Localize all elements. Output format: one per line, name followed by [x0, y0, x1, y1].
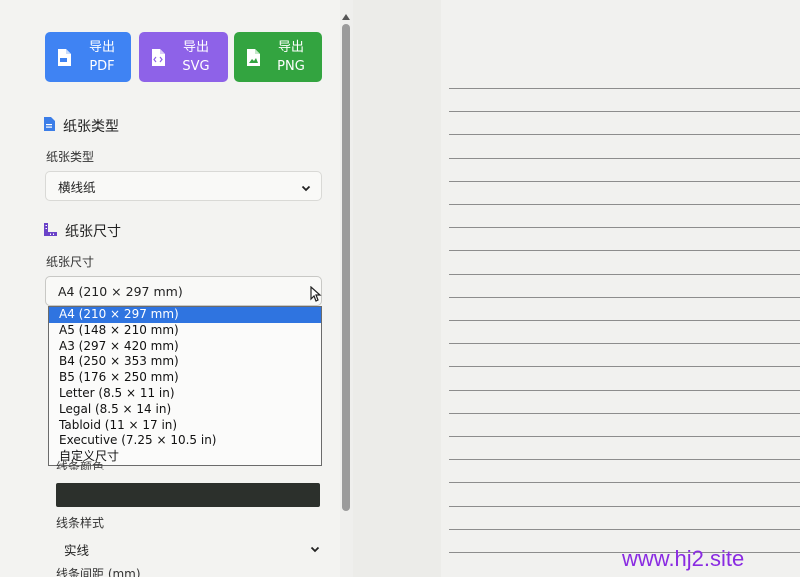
option-legal[interactable]: Legal (8.5 × 14 in)	[49, 402, 321, 418]
paper-size-label: 纸张尺寸	[46, 255, 95, 269]
export-png-line2: PNG	[277, 59, 305, 74]
option-letter[interactable]: Letter (8.5 × 11 in)	[49, 386, 321, 402]
chevron-down-icon	[301, 181, 311, 196]
ruled-paper-preview	[441, 0, 800, 577]
image-file-icon	[246, 48, 260, 66]
ruled-line	[449, 204, 800, 205]
ruled-line	[449, 436, 800, 437]
code-file-icon	[151, 48, 165, 66]
ruled-line	[449, 343, 800, 344]
paper-type-title: 纸张类型	[44, 116, 119, 136]
scroll-up-arrow-icon[interactable]	[342, 14, 350, 20]
export-svg-line2: SVG	[182, 59, 210, 74]
ruled-line	[449, 459, 800, 460]
paper-size-value: A4 (210 × 297 mm)	[58, 283, 183, 299]
option-tabloid[interactable]: Tabloid (11 × 17 in)	[49, 418, 321, 434]
line-color-swatch[interactable]	[56, 483, 320, 507]
ruled-line	[449, 227, 800, 228]
paper-size-select[interactable]: A4 (210 × 297 mm)	[45, 276, 322, 306]
ruled-line	[449, 506, 800, 507]
line-spacing-label: 线条间距 (mm)	[56, 567, 141, 577]
export-pdf-button[interactable]: 导出 PDF	[45, 32, 131, 82]
ruled-line	[449, 158, 800, 159]
ruled-line	[449, 482, 800, 483]
paper-type-select[interactable]: 横线纸	[45, 171, 322, 201]
ruled-line	[449, 250, 800, 251]
ruler-icon	[44, 222, 57, 240]
paper-type-label: 纸张类型	[46, 150, 95, 164]
document-icon	[44, 117, 55, 135]
export-pdf-line2: PDF	[89, 59, 115, 74]
paper-preview-area	[353, 0, 800, 577]
ruled-line	[449, 134, 800, 135]
option-b4[interactable]: B4 (250 × 353 mm)	[49, 354, 321, 370]
ruled-line	[449, 390, 800, 391]
paper-size-dropdown[interactable]: A4 (210 × 297 mm) A5 (148 × 210 mm) A3 (…	[48, 306, 322, 466]
export-png-line1: 导出	[277, 40, 304, 55]
ruled-line	[449, 111, 800, 112]
option-a5[interactable]: A5 (148 × 210 mm)	[49, 323, 321, 339]
settings-panel: 导出 PDF 导出 SVG 导出 PNG 纸张类型 纸张类型 横线纸 纸张尺寸 纸张尺…	[0, 0, 340, 577]
ruled-line	[449, 88, 800, 89]
ruled-line	[449, 413, 800, 414]
paper-type-value: 横线纸	[58, 179, 96, 195]
watermark-text: www.hj2.site	[622, 546, 745, 571]
pdf-file-icon	[57, 48, 71, 66]
option-a4[interactable]: A4 (210 × 297 mm)	[49, 307, 321, 323]
panel-scrollbar-thumb[interactable]	[342, 24, 350, 511]
ruled-line	[449, 297, 800, 298]
export-svg-button[interactable]: 导出 SVG	[139, 32, 228, 82]
ruled-line	[449, 274, 800, 275]
paper-size-title: 纸张尺寸	[44, 221, 121, 241]
export-pdf-line1: 导出	[88, 40, 115, 55]
paper-size-title-text: 纸张尺寸	[65, 224, 121, 240]
paper-type-title-text: 纸张类型	[63, 119, 119, 135]
ruled-line	[449, 320, 800, 321]
chevron-down-icon	[310, 542, 320, 557]
mouse-cursor-icon	[310, 285, 322, 306]
option-executive[interactable]: Executive (7.25 × 10.5 in)	[49, 433, 321, 449]
ruled-line	[449, 181, 800, 182]
export-svg-line1: 导出	[182, 40, 209, 55]
option-a3[interactable]: A3 (297 × 420 mm)	[49, 339, 321, 355]
line-style-value: 实线	[64, 542, 90, 558]
ruled-line	[449, 366, 800, 367]
line-style-label: 线条样式	[56, 516, 105, 530]
option-b5[interactable]: B5 (176 × 250 mm)	[49, 370, 321, 386]
export-png-button[interactable]: 导出 PNG	[234, 32, 322, 82]
ruled-line	[449, 529, 800, 530]
line-style-select[interactable]: 实线	[56, 535, 322, 563]
line-color-label: 线条颜色	[56, 460, 105, 470]
